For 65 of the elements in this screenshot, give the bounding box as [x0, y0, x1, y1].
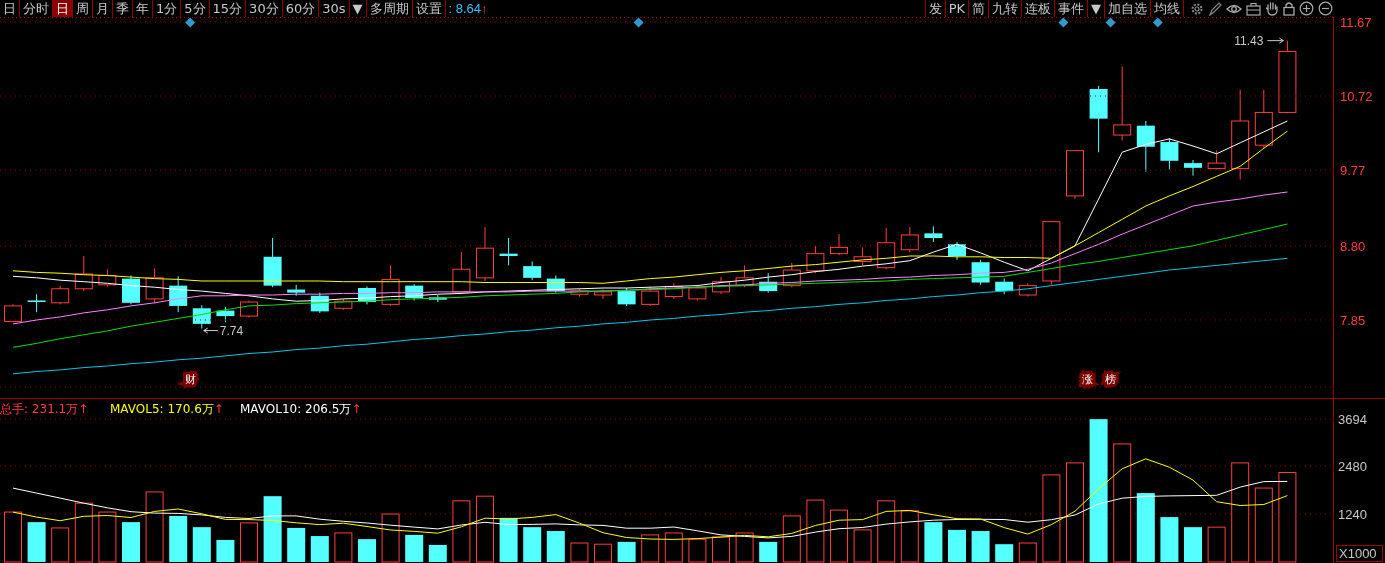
- lock-icon[interactable]: [1283, 1, 1295, 16]
- toolbar-button[interactable]: 连板: [1022, 0, 1055, 17]
- volume-bar: [428, 544, 447, 562]
- toolbar-button[interactable]: 事件: [1055, 0, 1088, 17]
- volume-bar: [27, 522, 46, 562]
- volume-axis-label: 1240: [1338, 507, 1367, 522]
- volume-bar: [169, 515, 188, 562]
- volume-bar: [924, 522, 943, 562]
- volume-bar: [405, 534, 424, 562]
- zoom-out-icon[interactable]: [1318, 1, 1333, 16]
- price-axis-label: 10.72: [1340, 89, 1373, 105]
- volume-bar: [617, 541, 636, 562]
- price-axis-label: 11.67: [1340, 17, 1372, 30]
- volume-bar: [122, 522, 140, 562]
- volume-legend-item: 总手: 231.1万↑: [0, 402, 89, 416]
- period-tab[interactable]: 年: [133, 0, 153, 17]
- period-tab[interactable]: 周: [73, 0, 93, 17]
- volume-bar: [948, 529, 966, 562]
- volume-bar: [263, 496, 282, 562]
- price-axis-label: 9.77: [1340, 163, 1366, 179]
- news-tag[interactable]: 榜: [1105, 373, 1117, 386]
- volume-bar: [523, 527, 542, 562]
- volume-bar: [1136, 493, 1155, 562]
- volume-bar: [310, 536, 329, 562]
- low-price-label: 7.74: [219, 323, 244, 338]
- volume-axis-label: 2480: [1338, 459, 1367, 474]
- volume-bar: [971, 531, 990, 562]
- settings-icon[interactable]: [1190, 1, 1204, 16]
- volume-bar: [759, 541, 778, 562]
- volume-bar: [287, 527, 306, 562]
- toolbar-button[interactable]: 简: [969, 0, 989, 17]
- period-tab[interactable]: 月: [93, 0, 113, 17]
- news-tag[interactable]: 财: [184, 373, 196, 386]
- toolbar-button[interactable]: ▼: [1088, 0, 1105, 17]
- arrow-icon: [1266, 37, 1284, 44]
- toolbar-button[interactable]: 均线: [1151, 0, 1184, 17]
- pen-icon[interactable]: [1208, 1, 1222, 16]
- period-tab[interactable]: 季: [113, 0, 133, 17]
- price-axis-label: 8.80: [1340, 238, 1366, 254]
- toolbar-button[interactable]: 加自选: [1105, 0, 1151, 17]
- volume-bar: [192, 527, 211, 562]
- arrow-icon: [203, 327, 219, 334]
- volume-axis-label: 3694: [1338, 412, 1367, 427]
- volume-bar: [1160, 517, 1179, 562]
- period-tab[interactable]: 日: [53, 0, 73, 17]
- period-tab[interactable]: 分时: [20, 0, 53, 17]
- toolbar-button[interactable]: 发: [924, 0, 946, 17]
- volume-bar: [995, 544, 1014, 562]
- briefcase-icon[interactable]: [1246, 1, 1261, 16]
- unit-label: X1000: [1336, 545, 1383, 562]
- volume-bar: [358, 539, 376, 562]
- price-axis-label: 7.85: [1340, 312, 1366, 328]
- volume-legend-item: MAVOL10: 206.5万↑: [240, 402, 362, 416]
- volume-bar: [499, 517, 518, 562]
- volume-bar: [546, 531, 565, 562]
- hand-icon[interactable]: [1265, 1, 1279, 16]
- news-tag[interactable]: 涨: [1081, 373, 1093, 386]
- event-marker-icon[interactable]: [633, 17, 644, 28]
- volume-bar: [1184, 527, 1202, 562]
- volume-bar: [216, 539, 235, 562]
- volume-legend-item: MAVOL5: 170.6万↑: [110, 402, 224, 416]
- high-price-label: 11.43: [1234, 33, 1264, 48]
- price-reading: : 8.64↑: [447, 0, 488, 17]
- toolbar-button[interactable]: 九转: [989, 0, 1022, 17]
- zoom-in-icon[interactable]: [1299, 1, 1314, 16]
